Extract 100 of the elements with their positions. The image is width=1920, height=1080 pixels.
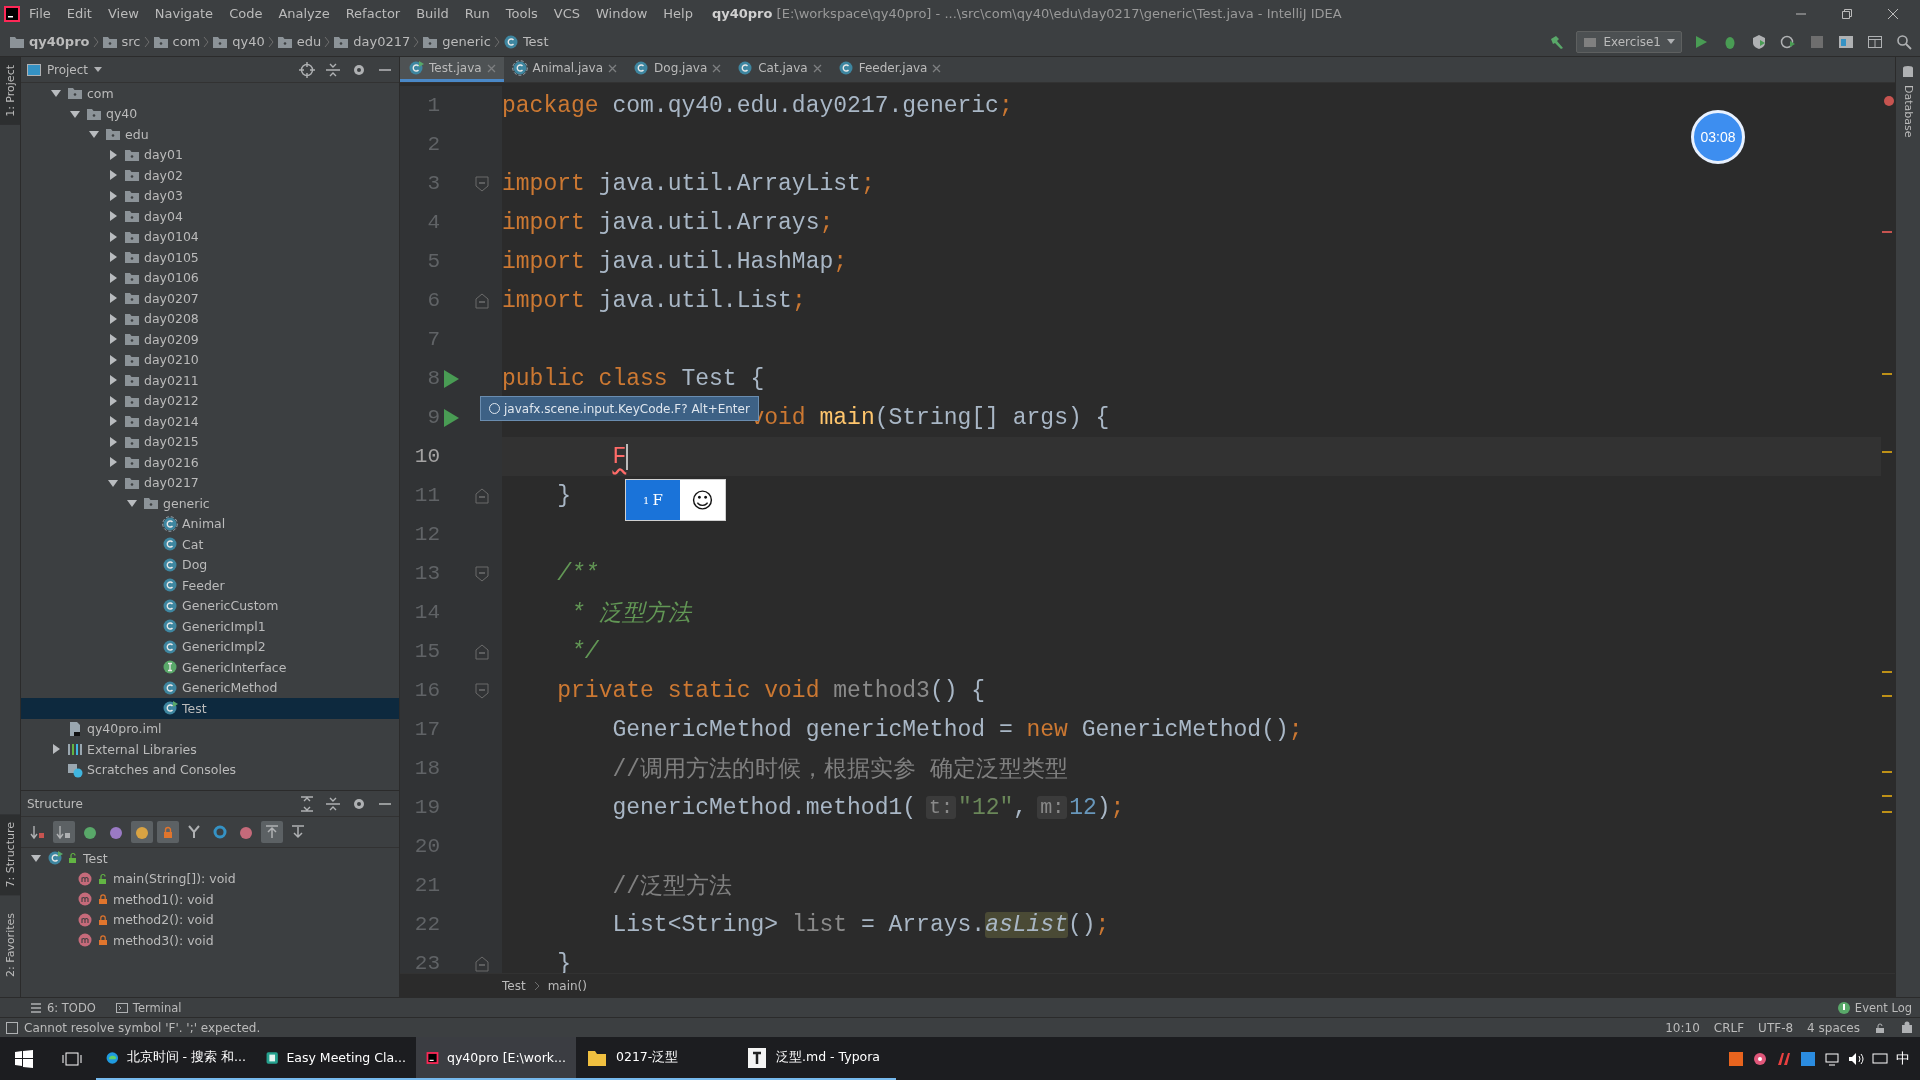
menu-item[interactable]: Edit: [59, 4, 99, 23]
breadcrumb-item[interactable]: generic: [419, 33, 494, 50]
editor-tab[interactable]: Dog.java: [625, 57, 730, 82]
menu-item[interactable]: Run: [457, 4, 497, 23]
breadcrumb-item[interactable]: edu: [273, 33, 325, 50]
tree-item[interactable]: com: [21, 83, 399, 104]
tree-item[interactable]: GenericCustom: [21, 595, 399, 616]
taskbar-app[interactable]: 0217-泛型: [576, 1037, 736, 1080]
tree-item[interactable]: generic: [21, 493, 399, 514]
scroll-toggle[interactable]: [261, 821, 283, 843]
tree-item[interactable]: External Libraries: [21, 739, 399, 760]
taskbar-app[interactable]: 北京时间 - 搜索 和...: [96, 1037, 256, 1080]
collapse-all-icon[interactable]: [325, 795, 341, 812]
menu-item[interactable]: Navigate: [147, 4, 221, 23]
tree-item[interactable]: day0214: [21, 411, 399, 432]
menu-item[interactable]: VCS: [546, 4, 588, 23]
menu-item[interactable]: Help: [656, 4, 700, 23]
tool-window-tab[interactable]: 1: Project: [0, 57, 20, 125]
menu-item[interactable]: View: [100, 4, 146, 23]
menu-item[interactable]: Code: [222, 4, 270, 23]
tool-window-tab[interactable]: Database: [1901, 85, 1915, 138]
run-icon[interactable]: [442, 407, 460, 428]
tree-item[interactable]: GenericMethod: [21, 677, 399, 698]
tree-item[interactable]: qy40pro.iml: [21, 718, 399, 739]
structure-item[interactable]: method1(): void: [21, 889, 399, 910]
taskbar-app[interactable]: 泛型.md - Typora: [736, 1037, 896, 1080]
tree-item[interactable]: day0216: [21, 452, 399, 473]
tree-item[interactable]: day0207: [21, 288, 399, 309]
status-item[interactable]: 10:10: [1665, 1020, 1700, 1035]
tree-item[interactable]: day0212: [21, 390, 399, 411]
tree-item[interactable]: Feeder: [21, 575, 399, 596]
tree-item[interactable]: GenericImpl1: [21, 616, 399, 637]
tree-item[interactable]: day03: [21, 185, 399, 206]
breadcrumb-item[interactable]: src: [98, 33, 144, 50]
tool-window-tab[interactable]: 2: Favorites: [0, 905, 20, 985]
tree-item[interactable]: day0106: [21, 267, 399, 288]
tree-item[interactable]: GenericInterface: [21, 657, 399, 678]
collapse-all-icon[interactable]: [325, 61, 341, 78]
tree-item[interactable]: Animal: [21, 513, 399, 534]
tool-window-tab[interactable]: 7: Structure: [0, 813, 20, 896]
tree-item[interactable]: day0104: [21, 226, 399, 247]
taskbar-app[interactable]: qy40pro [E:\work...: [416, 1037, 576, 1080]
event-log-button[interactable]: Event Log: [1837, 1000, 1912, 1015]
close-icon[interactable]: [812, 63, 822, 73]
tree-item[interactable]: Test: [21, 698, 399, 719]
tree-item[interactable]: day0215: [21, 431, 399, 452]
close-icon[interactable]: [608, 63, 618, 73]
menu-item[interactable]: Window: [589, 4, 655, 23]
breadcrumb-item[interactable]: com: [149, 33, 204, 50]
editor-tab[interactable]: Animal.java: [503, 57, 626, 82]
editor-tab[interactable]: Test.java: [400, 57, 504, 82]
tree-item[interactable]: Dog: [21, 554, 399, 575]
tree-item[interactable]: Cat: [21, 534, 399, 555]
code-breadcrumb[interactable]: Test: [502, 978, 526, 993]
tree-item[interactable]: day02: [21, 165, 399, 186]
expand-all-icon[interactable]: [299, 795, 315, 812]
close-icon[interactable]: [932, 63, 942, 73]
field-toggle[interactable]: [131, 821, 153, 843]
status-item[interactable]: CRLF: [1713, 1020, 1745, 1035]
sort-toggle[interactable]: [53, 821, 75, 843]
tree-item[interactable]: day0211: [21, 370, 399, 391]
code-breadcrumb[interactable]: main(): [547, 978, 587, 993]
editor-tab[interactable]: Feeder.java: [829, 57, 950, 82]
input-language-indicator[interactable]: 中: [1896, 1049, 1910, 1068]
structure-item[interactable]: method3(): void: [21, 930, 399, 951]
menu-item[interactable]: Tools: [498, 4, 545, 23]
menu-item[interactable]: File: [22, 4, 58, 23]
run-icon[interactable]: [442, 368, 460, 389]
structure-item[interactable]: Test: [21, 848, 399, 869]
emoji-button[interactable]: ☺: [680, 480, 725, 520]
breadcrumb-item[interactable]: qy40pro: [6, 33, 93, 50]
tree-item[interactable]: day0209: [21, 329, 399, 350]
structure-item[interactable]: method2(): void: [21, 909, 399, 930]
editor-tab[interactable]: Cat.java: [729, 57, 830, 82]
breadcrumb-item[interactable]: qy40: [209, 33, 268, 50]
tree-item[interactable]: GenericImpl2: [21, 636, 399, 657]
lock-toggle[interactable]: [157, 821, 179, 843]
tree-item[interactable]: day0217: [21, 472, 399, 493]
tree-item[interactable]: day0105: [21, 247, 399, 268]
locate-icon[interactable]: [299, 61, 315, 78]
close-icon[interactable]: [712, 63, 722, 73]
tree-item[interactable]: edu: [21, 124, 399, 145]
panel-title-dropdown[interactable]: Project: [27, 62, 103, 77]
status-item[interactable]: 4 spaces: [1807, 1020, 1860, 1035]
structure-item[interactable]: main(String[]): void: [21, 868, 399, 889]
tool-window-button[interactable]: Terminal: [115, 1000, 182, 1015]
breadcrumb-item[interactable]: Test: [499, 33, 552, 50]
tool-window-button[interactable]: 6: TODO: [30, 1000, 96, 1015]
tree-item[interactable]: day0208: [21, 308, 399, 329]
breadcrumb-item[interactable]: day0217: [330, 33, 414, 50]
menu-item[interactable]: Refactor: [338, 4, 408, 23]
status-item[interactable]: UTF-8: [1758, 1020, 1794, 1035]
tree-item[interactable]: day04: [21, 206, 399, 227]
menu-item[interactable]: Analyze: [271, 4, 337, 23]
tree-item[interactable]: Scratches and Consoles: [21, 759, 399, 780]
run-configuration-dropdown[interactable]: Exercise1: [1576, 30, 1682, 53]
tree-item[interactable]: day0210: [21, 349, 399, 370]
tree-item[interactable]: qy40: [21, 103, 399, 124]
menu-item[interactable]: Build: [409, 4, 456, 23]
tree-item[interactable]: day01: [21, 144, 399, 165]
